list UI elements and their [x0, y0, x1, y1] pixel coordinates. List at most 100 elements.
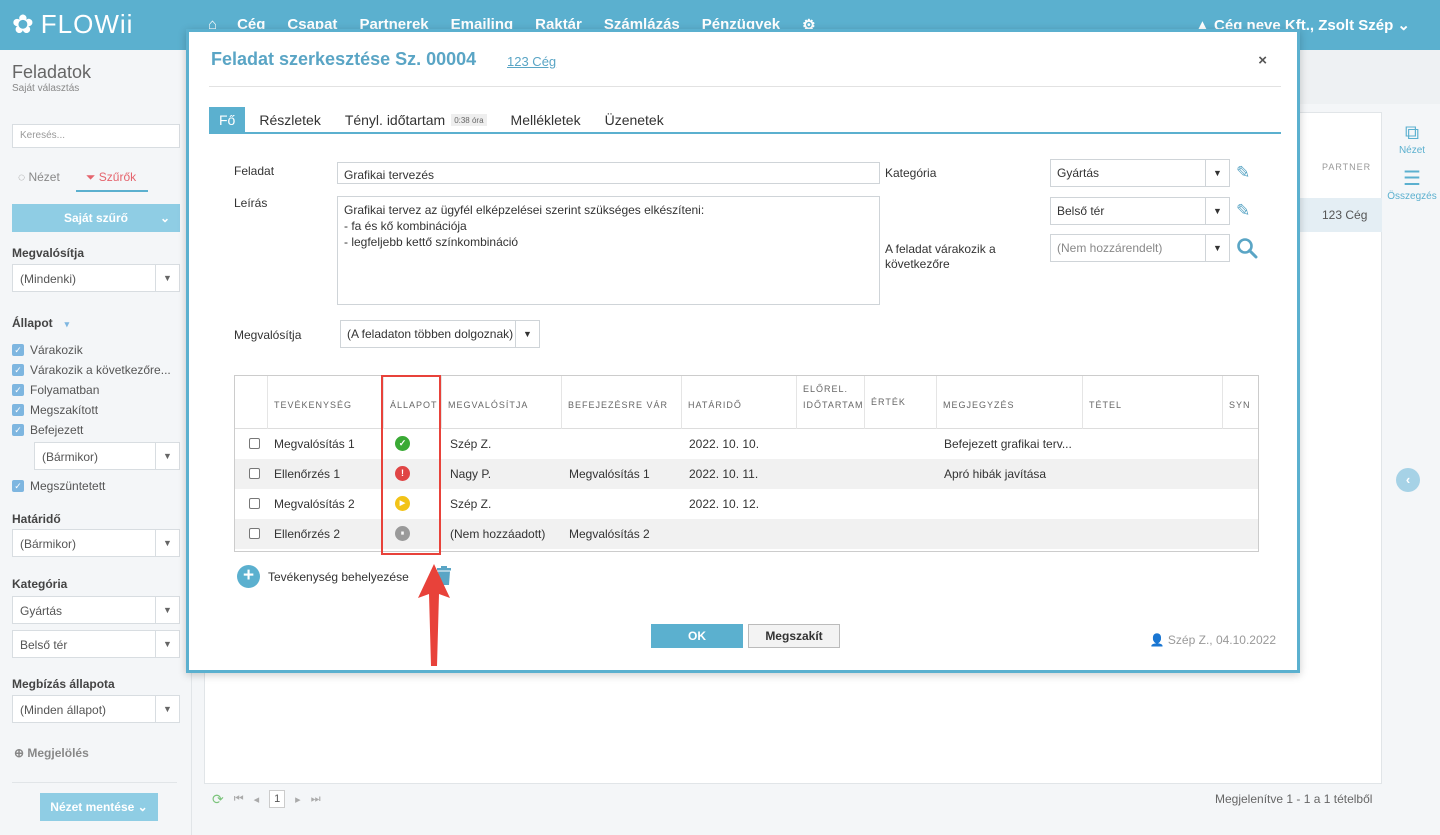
grid-col-deadline[interactable]: HATÁRIDŐ [682, 376, 797, 429]
tab-details[interactable]: Részletek [249, 107, 330, 132]
status-check-terminated[interactable]: ✓ Megszüntetett [12, 479, 105, 493]
status-check-finished[interactable]: ✓ Befejezett [12, 423, 83, 437]
ok-button[interactable]: OK [651, 624, 743, 648]
row-checkbox[interactable] [249, 468, 260, 479]
caret-down-icon: ▼ [155, 696, 179, 722]
description-label: Leírás [234, 196, 268, 210]
edit-subcategory-pencil-icon[interactable]: ✎ [1236, 201, 1250, 221]
waits-for-value: (Nem hozzárendelt) [1057, 241, 1163, 255]
tab-view[interactable]: ◌ Nézet [18, 166, 60, 192]
grid-col-assignee[interactable]: MEGVALÓSÍTJA [442, 376, 562, 429]
grid-col-note[interactable]: MEGJEGYZÉS [937, 376, 1083, 429]
status-column-highlight [381, 375, 441, 555]
grid-col-value[interactable]: ÉRTÉK [865, 376, 937, 429]
caret-down-icon: ▼ [155, 530, 179, 556]
status-check-label: Megszakított [30, 403, 99, 417]
save-view-button[interactable]: Nézet mentése ⌄ [40, 793, 158, 821]
tab-filters[interactable]: ⏷ Szűrők [75, 166, 149, 192]
caret-down-icon: ▼ [1205, 235, 1229, 261]
sidebar-title: Feladatok [12, 62, 92, 82]
finished-when-value: (Bármikor) [42, 450, 98, 464]
category-filter-value: Gyártás [20, 604, 63, 618]
grid-col-planned-duration[interactable]: ELŐREL. IDŐTARTAM [797, 376, 865, 429]
subcategory-select[interactable]: Belső tér ▼ [1050, 197, 1230, 225]
order-status-label: Megbízás állapota [12, 677, 115, 691]
tab-messages[interactable]: Üzenetek [595, 107, 674, 132]
row-assignee: Szép Z. [450, 437, 492, 451]
subcategory-value: Belső tér [1057, 204, 1105, 218]
description-textarea[interactable]: Grafikai tervez az ügyfél elképzelései s… [337, 196, 880, 305]
checkbox-checked-icon: ✓ [12, 480, 24, 492]
assignee-filter-select[interactable]: (Mindenki) ▼ [12, 264, 180, 292]
created-by-text: Szép Z., 04.10.2022 [1167, 633, 1276, 647]
next-page-icon[interactable]: ▸ [295, 793, 301, 806]
rail-summary-button[interactable]: ☰ Összegzés [1384, 166, 1440, 202]
grid-col-item[interactable]: TÉTEL [1083, 376, 1223, 429]
tab-main[interactable]: Fő [209, 107, 246, 132]
own-filter-label: Saját szűrő [63, 211, 129, 225]
assignee-select[interactable]: (A feladaton többen dolgoznak) ▼ [340, 320, 540, 348]
rail-view-button[interactable]: ⧉ Nézet [1384, 122, 1440, 156]
add-activity-button[interactable]: + Tevékenység behelyezése [237, 565, 409, 588]
row-checkbox[interactable] [249, 438, 260, 449]
search-input[interactable]: Keresés... [12, 124, 180, 148]
checkbox-checked-icon: ✓ [12, 384, 24, 396]
task-label: Feladat [234, 164, 275, 178]
row-note: Befejezett grafikai terv... [944, 437, 1072, 451]
checkbox-checked-icon: ✓ [12, 364, 24, 376]
logo[interactable]: ✿ FLOWii [12, 9, 133, 40]
company-link[interactable]: 123 Cég [507, 54, 556, 69]
category-filter-select-2[interactable]: Belső tér ▼ [12, 630, 180, 658]
flowii-logo-icon: ✿ [12, 9, 35, 39]
cancel-button[interactable]: Megszakít [748, 624, 840, 648]
close-icon[interactable]: × [1258, 52, 1267, 69]
tab-attachments[interactable]: Mellékletek [501, 107, 591, 132]
list-icon: ☰ [1403, 168, 1421, 190]
row-checkbox[interactable] [249, 528, 260, 539]
own-filter-button[interactable]: Saját szűrő ⌄ [12, 204, 180, 232]
finished-when-select[interactable]: (Bármikor) ▼ [34, 442, 180, 470]
checkbox-checked-icon: ✓ [12, 424, 24, 436]
category-filter-value: Belső tér [20, 638, 68, 652]
waits-for-select[interactable]: (Nem hozzárendelt) ▼ [1050, 234, 1230, 262]
assignee-label: Megvalósítja [234, 328, 302, 342]
partner-cell[interactable]: 123 Cég [1300, 198, 1382, 232]
status-check-waiting-next[interactable]: ✓ Várakozik a következőre... [12, 363, 171, 377]
category-select[interactable]: Gyártás ▼ [1050, 159, 1230, 187]
last-page-icon[interactable]: ⏭ [311, 793, 321, 806]
prev-page-icon[interactable]: ◂ [254, 793, 260, 806]
sidebar-tabs: ◌ Nézet ⏷ Szűrők [18, 166, 178, 192]
grid-col-activity[interactable]: TEVÉKENYSÉG [268, 376, 384, 429]
collapse-chevron-left-icon[interactable]: ‹ [1396, 468, 1420, 492]
row-assignee: Nagy P. [450, 467, 492, 481]
row-activity: Ellenőrzés 1 [274, 467, 341, 481]
sidebar-subtitle: Saját választás [12, 83, 80, 94]
first-page-icon[interactable]: ⏮ [234, 793, 244, 806]
refresh-icon[interactable]: ⟳ [212, 791, 224, 808]
mark-label: Megjelölés [27, 746, 89, 760]
grid-col-waits-for[interactable]: BEFEJEZÉSRE VÁR [562, 376, 682, 429]
tab-actual-duration[interactable]: Tényl. időtartam 0:38 óra [335, 107, 497, 132]
row-deadline: 2022. 10. 11. [689, 467, 759, 481]
status-check-cancelled[interactable]: ✓ Megszakított [12, 403, 98, 417]
row-checkbox[interactable] [249, 498, 260, 509]
edit-category-pencil-icon[interactable]: ✎ [1236, 163, 1250, 183]
sidebar-divider [12, 782, 177, 783]
status-check-waiting[interactable]: ✓ Várakozik [12, 343, 83, 357]
order-status-select[interactable]: (Minden állapot) ▼ [12, 695, 180, 723]
category-filter-select-1[interactable]: Gyártás ▼ [12, 596, 180, 624]
grid-col-syn[interactable]: SYN [1223, 376, 1258, 429]
external-link-icon: ⧉ [1404, 122, 1420, 144]
deadline-filter-select[interactable]: (Bármikor) ▼ [12, 529, 180, 557]
status-check-in-progress[interactable]: ✓ Folyamatban [12, 383, 99, 397]
search-icon[interactable] [1236, 237, 1258, 264]
task-input[interactable]: Grafikai tervezés [337, 162, 880, 184]
page-number-input[interactable]: 1 [269, 790, 286, 808]
logo-text: FLOWii [40, 9, 134, 39]
caret-down-icon[interactable]: ▾ [65, 319, 70, 329]
partner-column-header[interactable]: PARTNER [1322, 162, 1371, 172]
assignee-value: (A feladaton többen dolgoznak) [347, 327, 514, 341]
plus-circle-icon: ⊕ [14, 746, 28, 760]
waits-for-label: A feladat várakozik a következőre [885, 242, 996, 271]
mark-toggle[interactable]: ⊕ Megjelölés [14, 746, 89, 760]
